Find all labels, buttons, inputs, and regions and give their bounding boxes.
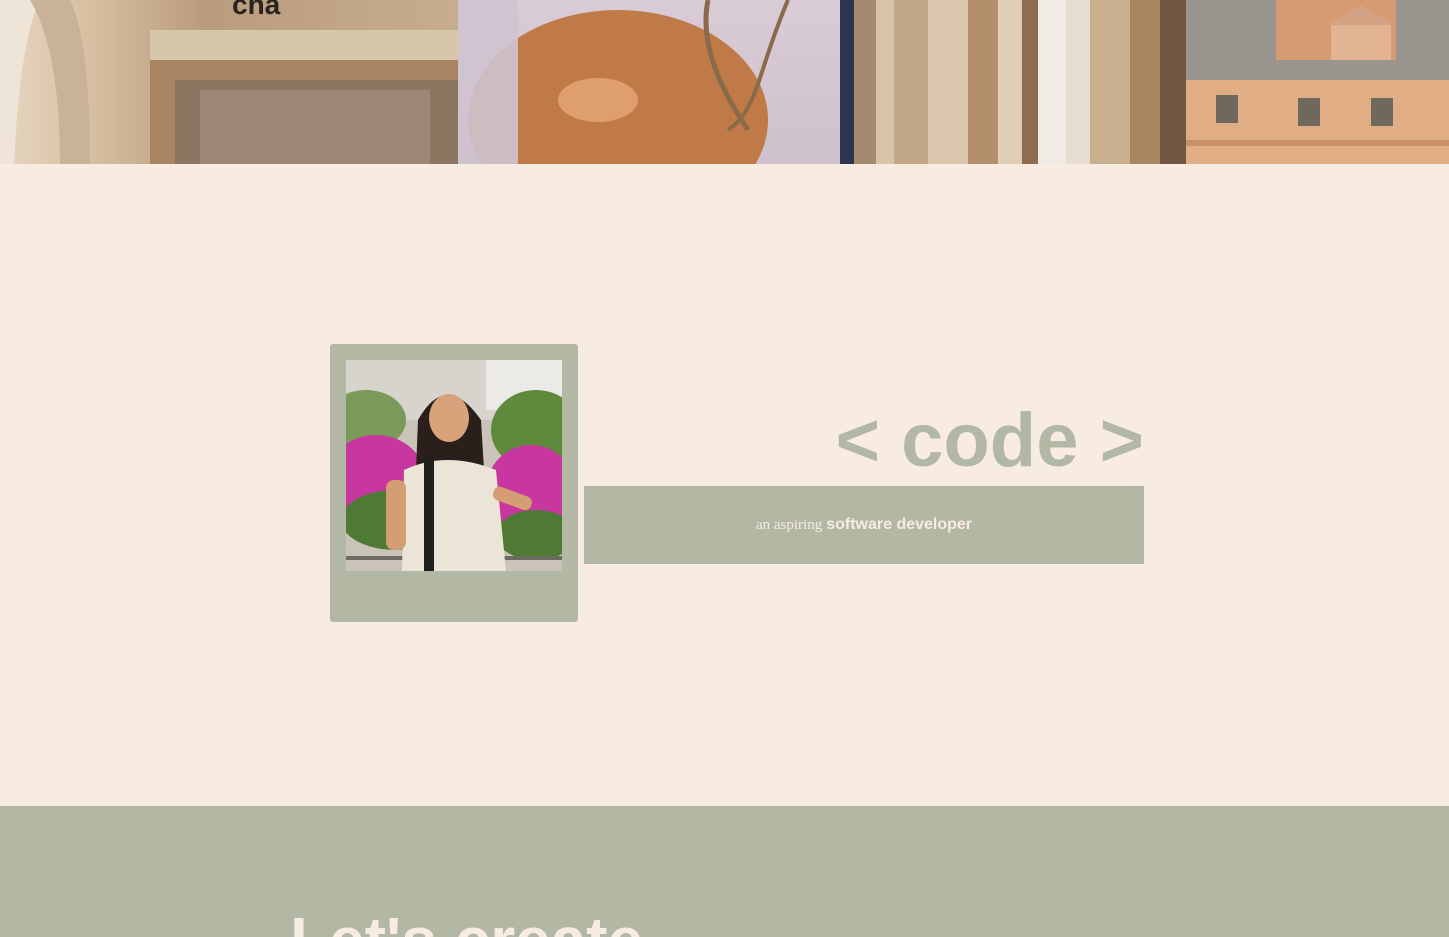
fruit-photo (458, 0, 840, 164)
polaroid-frame (330, 344, 578, 622)
role-highlight-text: software developer (826, 516, 973, 533)
cta-section: Let's create (0, 806, 1449, 937)
hero-title: < code > (835, 398, 1144, 483)
svg-text:cha: cha (232, 0, 281, 20)
role-banner: an aspiring software developer (584, 486, 1144, 564)
header-photo-strip: cha (0, 0, 1449, 164)
portrait-photo (346, 360, 562, 571)
bookshelf-photo (840, 0, 1186, 164)
storefront-photo: cha (0, 0, 458, 164)
role-lead-text: an aspiring (755, 516, 823, 533)
cta-heading: Let's create (290, 902, 643, 937)
rooftop-photo (1186, 0, 1449, 164)
